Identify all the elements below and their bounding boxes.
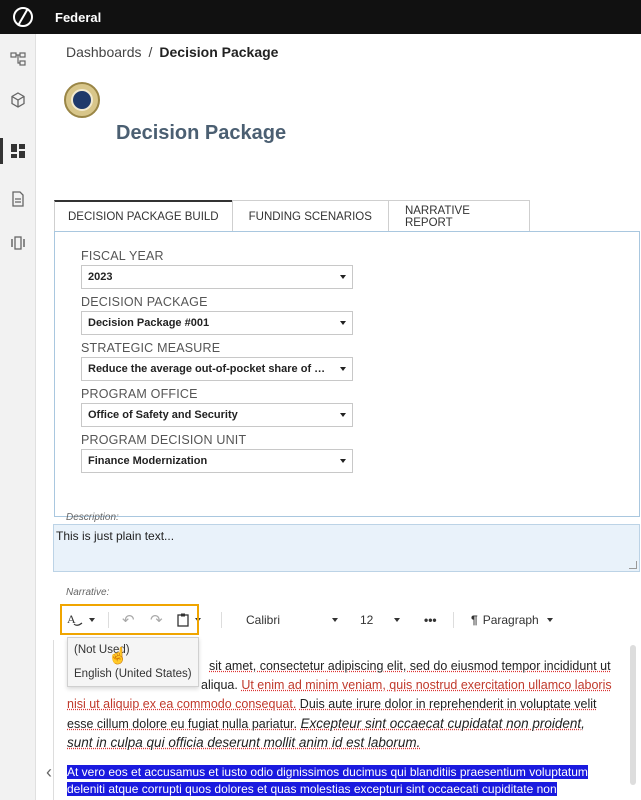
text-line: Duis aute irure dolor in reprehenderit i… — [299, 697, 597, 711]
decision-package-label: DECISION PACKAGE — [81, 295, 208, 309]
editor-line: sit amet, consectetur adipiscing elit, s… — [209, 657, 629, 676]
editor-scrollbar[interactable] — [630, 645, 636, 785]
page-title: Decision Package — [116, 122, 287, 144]
hierarchy-icon — [10, 52, 26, 66]
document-icon — [12, 191, 24, 207]
editor-line: esse cillum dolore eu fugiat nulla paria… — [67, 714, 630, 734]
tab-funding-scenarios[interactable]: FUNDING SCENARIOS — [231, 200, 389, 232]
hand-cursor-icon: ☝ — [108, 648, 128, 665]
more-icon: ••• — [424, 613, 437, 627]
chevron-down-icon — [340, 275, 346, 279]
text-line: sit amet, consectetur adipiscing elit, s… — [209, 659, 611, 673]
sidebar — [0, 34, 36, 800]
tab-bar: DECISION PACKAGE BUILD FUNDING SCENARIOS… — [54, 200, 530, 232]
narrative-label: Narrative: — [66, 587, 110, 598]
font-family-select[interactable]: Calibri — [246, 603, 338, 637]
chevron-down-icon — [340, 367, 346, 371]
resize-handle-icon[interactable] — [629, 561, 637, 569]
font-size-select[interactable]: 12 — [360, 603, 400, 637]
text-line: aliqua. — [201, 678, 238, 692]
sidebar-item-document[interactable] — [0, 182, 36, 216]
decision-package-select[interactable]: Decision Package #001 — [81, 311, 353, 335]
description-label: Description: — [66, 512, 119, 523]
program-office-select[interactable]: Office of Safety and Security — [81, 403, 353, 427]
font-size-value: 12 — [360, 613, 374, 627]
chevron-left-icon[interactable]: ‹ — [46, 762, 52, 783]
text-line: esse cillum dolore eu fugiat nulla paria… — [67, 717, 297, 731]
breadcrumb-current: Decision Package — [159, 44, 279, 60]
strategic-measure-label: STRATEGIC MEASURE — [81, 341, 221, 355]
sidebar-item-hierarchy[interactable] — [0, 42, 36, 76]
text-line: sunt in culpa qui officia deserunt molli… — [67, 735, 421, 750]
program-decision-unit-select[interactable]: Finance Modernization — [81, 449, 353, 473]
focus-highlight-box — [60, 604, 199, 635]
paragraph-style-select[interactable]: ¶ Paragraph — [471, 603, 553, 637]
selected-text: deleniti atque corrupti quos dolores et … — [67, 782, 557, 796]
app-title: Federal — [55, 9, 102, 25]
cube-icon — [11, 92, 25, 108]
carousel-icon — [11, 236, 25, 250]
description-textarea[interactable]: This is just plain text... — [53, 524, 640, 572]
editor-line: At vero eos et accusamus et iusto odio d… — [67, 764, 630, 781]
dashboard-icon — [11, 144, 25, 158]
fiscal-year-label: FISCAL YEAR — [81, 249, 164, 263]
tab-decision-package-build[interactable]: DECISION PACKAGE BUILD — [54, 200, 233, 232]
program-decision-unit-value: Finance Modernization — [88, 455, 208, 467]
sidebar-item-dashboard[interactable] — [0, 134, 36, 168]
program-office-label: PROGRAM OFFICE — [81, 387, 198, 401]
editor-line: deleniti atque corrupti quos dolores et … — [67, 781, 630, 798]
editor-line: sunt in culpa qui officia deserunt molli… — [67, 733, 630, 753]
description-value: This is just plain text... — [56, 529, 175, 543]
text-line: nisi ut aliquip ex ea commodo consequat. — [67, 697, 297, 711]
more-options-button[interactable]: ••• — [424, 603, 437, 637]
chevron-down-icon — [340, 321, 346, 325]
chevron-down-icon — [394, 618, 400, 622]
editor-line: aliqua. Ut enim ad minim veniam, quis no… — [201, 676, 631, 695]
logo-icon[interactable] — [13, 7, 33, 27]
font-family-value: Calibri — [246, 613, 281, 627]
program-office-value: Office of Safety and Security — [88, 409, 238, 421]
chevron-down-icon — [546, 618, 553, 622]
tab-narrative-report[interactable]: NARRATIVE REPORT — [387, 200, 530, 232]
program-decision-unit-label: PROGRAM DECISION UNIT — [81, 433, 247, 447]
form-panel: FISCAL YEAR 2023 DECISION PACKAGE Decisi… — [54, 231, 640, 517]
language-menu: (Not Used) English (United States) — [67, 637, 199, 687]
paragraph-icon: ¶ — [471, 613, 478, 627]
decision-package-value: Decision Package #001 — [88, 317, 210, 329]
editor-line: nisi ut aliquip ex ea commodo consequat.… — [67, 695, 630, 714]
breadcrumb-separator: / — [148, 44, 153, 60]
language-option-english-us[interactable]: English (United States) — [68, 662, 198, 686]
chevron-down-icon — [340, 413, 346, 417]
text-line: Excepteur sint occaecat cupidatat non pr… — [300, 716, 585, 731]
strategic-measure-value: Reduce the average out-of-pocket share o… — [88, 363, 330, 375]
fiscal-year-value: 2023 — [88, 271, 113, 283]
language-option-not-used[interactable]: (Not Used) — [68, 638, 198, 662]
top-bar: Federal — [0, 0, 641, 34]
chevron-down-icon — [340, 459, 346, 463]
paragraph-value: Paragraph — [482, 613, 539, 627]
agency-seal-icon — [64, 82, 100, 118]
text-line: Ut enim ad minim veniam, quis nostrud ex… — [241, 678, 612, 692]
breadcrumb: Dashboards / Decision Package — [66, 44, 278, 60]
sidebar-item-carousel[interactable] — [0, 226, 36, 260]
strategic-measure-select[interactable]: Reduce the average out-of-pocket share o… — [81, 357, 353, 381]
fiscal-year-select[interactable]: 2023 — [81, 265, 353, 289]
chevron-down-icon — [332, 618, 338, 622]
sidebar-item-cube[interactable] — [0, 83, 36, 117]
selected-text: At vero eos et accusamus et iusto odio d… — [67, 765, 588, 779]
breadcrumb-dashboards-link[interactable]: Dashboards — [66, 44, 142, 60]
